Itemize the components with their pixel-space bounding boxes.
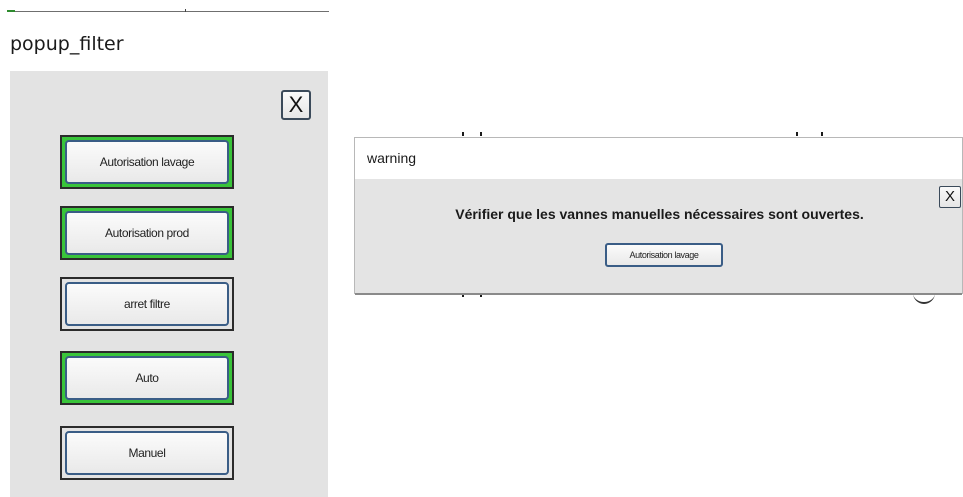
warning-title: warning bbox=[367, 150, 417, 166]
top-divider-tick bbox=[185, 9, 186, 12]
auto-frame: Auto bbox=[60, 351, 234, 405]
top-divider bbox=[7, 11, 329, 12]
manuel-button[interactable]: Manuel bbox=[65, 431, 229, 475]
arret-filtre-frame: arret filtre bbox=[60, 277, 234, 331]
popup-close-button[interactable]: X bbox=[281, 90, 311, 120]
arret-filtre-button[interactable]: arret filtre bbox=[65, 282, 229, 326]
autorisation-prod-frame: Autorisation prod bbox=[60, 206, 234, 260]
warning-body: X Vérifier que les vannes manuelles néce… bbox=[355, 179, 962, 295]
popup-title: popup_filter bbox=[10, 33, 124, 55]
warning-close-button[interactable]: X bbox=[939, 186, 961, 208]
autorisation-lavage-button[interactable]: Autorisation lavage bbox=[65, 140, 229, 184]
manuel-frame: Manuel bbox=[60, 426, 234, 480]
warning-message: Vérifier que les vannes manuelles nécess… bbox=[455, 206, 864, 222]
popup-filter-panel: X Autorisation lavage Autorisation prod … bbox=[10, 71, 328, 497]
warning-titlebar: warning bbox=[355, 138, 962, 179]
autorisation-lavage-frame: Autorisation lavage bbox=[60, 135, 234, 189]
warning-autorisation-lavage-button[interactable]: Autorisation lavage bbox=[605, 243, 723, 267]
auto-button[interactable]: Auto bbox=[65, 356, 229, 400]
warning-dialog: warning X Vérifier que les vannes manuel… bbox=[354, 137, 963, 295]
top-divider-accent bbox=[7, 10, 15, 12]
autorisation-prod-button[interactable]: Autorisation prod bbox=[65, 211, 229, 255]
